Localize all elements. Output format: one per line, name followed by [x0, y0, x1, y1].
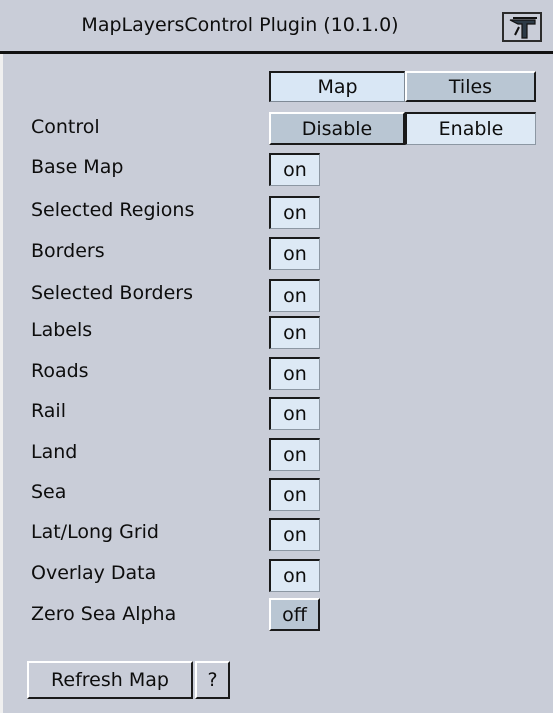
layer-label-labels: Labels [31, 319, 93, 341]
layer-toggle-land[interactable]: on [269, 438, 320, 471]
layer-label-selected-borders: Selected Borders [31, 282, 194, 304]
layer-toggle-base-map[interactable]: on [269, 153, 320, 186]
panel-edge [0, 54, 3, 713]
layer-label-base-map: Base Map [31, 156, 124, 178]
layer-toggle-selected-borders[interactable]: on [269, 279, 320, 312]
help-button[interactable]: ? [195, 661, 230, 699]
layer-toggle-borders[interactable]: on [269, 237, 320, 270]
layer-label-land: Land [31, 441, 78, 463]
layer-toggle-zero-sea-alpha[interactable]: off [269, 598, 320, 631]
layer-label-selected-regions: Selected Regions [31, 199, 195, 221]
layer-label-sea: Sea [31, 481, 67, 503]
control-disable-button[interactable]: Disable [269, 112, 405, 145]
title-bar: MapLayersControl Plugin (10.1.0) [0, 0, 553, 54]
layer-label-overlay-data: Overlay Data [31, 562, 157, 584]
layer-toggle-roads[interactable]: on [269, 357, 320, 390]
plugin-logo-icon[interactable] [502, 12, 542, 42]
layer-label-roads: Roads [31, 360, 89, 382]
layer-toggle-sea[interactable]: on [269, 478, 320, 511]
tab-tiles[interactable]: Tiles [405, 71, 536, 102]
window-title: MapLayersControl Plugin (10.1.0) [81, 14, 399, 36]
layer-toggle-selected-regions[interactable]: on [269, 196, 320, 229]
layer-label-lat-long-grid: Lat/Long Grid [31, 521, 159, 543]
layer-toggle-labels[interactable]: on [269, 316, 320, 349]
layer-toggle-overlay-data[interactable]: on [269, 559, 320, 592]
layer-label-borders: Borders [31, 240, 105, 262]
refresh-map-button[interactable]: Refresh Map [27, 661, 193, 699]
layer-toggle-rail[interactable]: on [269, 397, 320, 430]
control-label: Control [31, 116, 100, 138]
layer-toggle-lat-long-grid[interactable]: on [269, 518, 320, 551]
control-enable-button[interactable]: Enable [405, 112, 536, 145]
layer-label-rail: Rail [31, 400, 66, 422]
tab-map[interactable]: Map [269, 71, 405, 102]
layer-label-zero-sea-alpha: Zero Sea Alpha [31, 603, 177, 625]
